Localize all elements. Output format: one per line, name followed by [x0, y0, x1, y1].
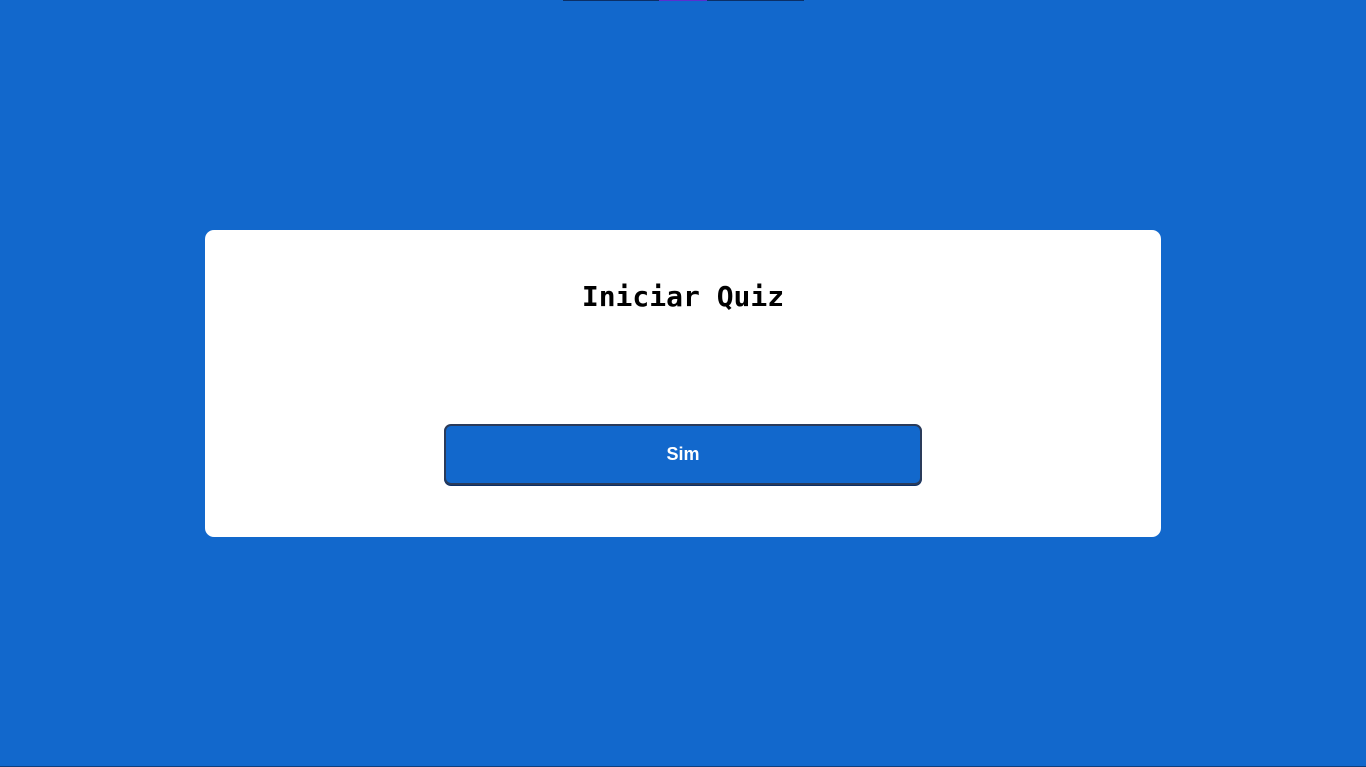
- quiz-start-card: Iniciar Quiz Sim: [205, 230, 1161, 537]
- top-progress-bar: [563, 0, 804, 1]
- top-progress-fill: [659, 0, 707, 1]
- start-quiz-button[interactable]: Sim: [444, 424, 922, 485]
- quiz-title: Iniciar Quiz: [581, 280, 785, 313]
